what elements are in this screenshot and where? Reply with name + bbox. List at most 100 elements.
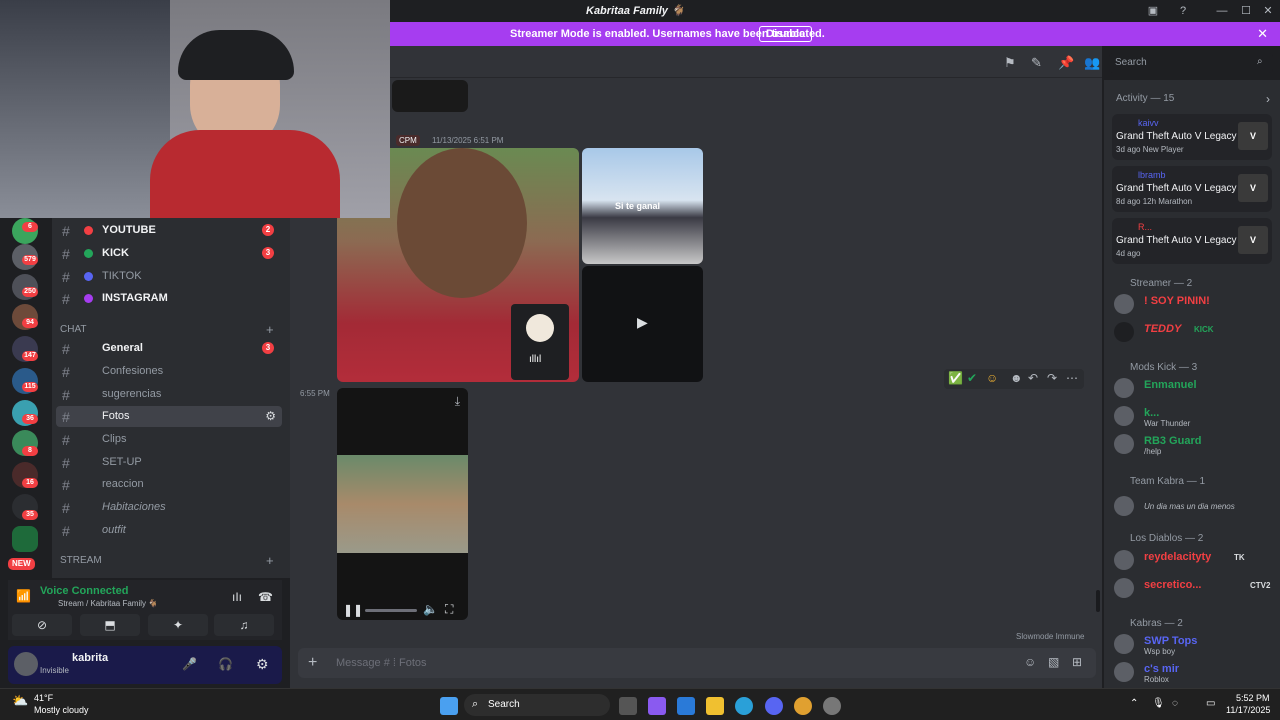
file-explorer-icon[interactable] <box>706 697 724 715</box>
clock-date[interactable]: 11/17/2025 <box>1226 705 1270 715</box>
channel-item[interactable]: # General 3 <box>56 338 282 359</box>
chat-scrollbar[interactable] <box>1096 590 1100 612</box>
channel-item[interactable]: # INSTAGRAM <box>56 288 282 309</box>
emoji-icon[interactable]: ☺ <box>1024 655 1036 669</box>
progress-bar[interactable] <box>365 609 417 612</box>
avatar[interactable] <box>14 652 38 676</box>
category-chat[interactable]: CHAT + <box>60 322 274 337</box>
message-input[interactable]: + Message # ⁞ Fotos ☺ ▧ ⊞ <box>298 648 1096 678</box>
mic-tray-icon[interactable]: 🎙 <box>1152 698 1165 709</box>
check2-reaction-icon[interactable]: ✔ <box>967 371 977 385</box>
member-item[interactable]: TEDDY KICK <box>1114 320 1274 346</box>
pin-icon[interactable]: 📌 <box>1058 55 1074 70</box>
apps-icon[interactable]: ⊞ <box>1072 655 1082 669</box>
close-icon[interactable]: ✕ <box>1260 3 1276 19</box>
member-item[interactable]: SWP Tops Wsp boy <box>1114 632 1274 658</box>
help-icon[interactable]: ? <box>1175 3 1191 19</box>
settings-icon[interactable]: ⚙ <box>265 409 276 423</box>
channel-item[interactable]: # Habitaciones <box>56 497 282 518</box>
members-icon[interactable]: 👥 <box>1084 55 1100 70</box>
microphone-icon[interactable]: 🎤 <box>182 657 197 671</box>
activity-card[interactable]: R... Grand Theft Auto V Legacy 4d ago V <box>1112 218 1272 264</box>
inbox-icon[interactable]: ▣ <box>1145 3 1161 19</box>
channel-item[interactable]: # TIKTOK <box>56 266 282 287</box>
more-icon[interactable]: ⋯ <box>1066 371 1078 385</box>
username[interactable]: kabrita <box>72 652 108 664</box>
add-channel-icon[interactable]: + <box>266 322 274 337</box>
task-view-icon[interactable] <box>619 697 637 715</box>
channel-item[interactable]: # KICK 3 <box>56 243 282 264</box>
channel-item[interactable]: # Clips <box>56 429 282 450</box>
pause-icon[interactable]: ❚❚ <box>343 603 363 617</box>
settings-icon[interactable]: ⚙ <box>256 656 269 673</box>
channel-item[interactable]: # reaccion <box>56 474 282 495</box>
copilot-icon[interactable] <box>648 697 666 715</box>
battery-icon[interactable]: ▭ <box>1206 698 1215 709</box>
fullscreen-icon[interactable]: ⛶ <box>445 602 453 617</box>
member-item[interactable]: RB3 Guard/help <box>1114 432 1274 458</box>
member-item[interactable]: Enmanuel <box>1114 376 1274 402</box>
camera-off-button[interactable]: ⊘ <box>12 614 72 636</box>
member-item[interactable]: c's mir Roblox <box>1114 660 1274 686</box>
headphones-icon[interactable]: 🎧 <box>218 657 233 671</box>
member-item[interactable]: Un dia mas un dia menos <box>1114 494 1274 520</box>
add-reaction-icon[interactable]: ☻ <box>1010 371 1023 385</box>
mute-icon[interactable]: ✎ <box>1031 55 1045 70</box>
outlook-icon[interactable] <box>677 697 695 715</box>
windows-start-icon[interactable] <box>440 697 458 715</box>
weather-temp[interactable]: 41°F <box>34 693 53 703</box>
reply-icon[interactable]: ↶ <box>1028 371 1038 385</box>
weather-desc[interactable]: Mostly cloudy <box>34 705 89 715</box>
video-thumbnail[interactable]: ▶ <box>582 266 703 382</box>
channel-item[interactable]: # YOUTUBE 2 <box>56 220 282 241</box>
activity-card[interactable]: kaivv Grand Theft Auto V Legacy 3d ago N… <box>1112 114 1272 160</box>
disable-button[interactable]: Disable <box>759 26 813 42</box>
screen-share-button[interactable]: ⬒ <box>80 614 140 636</box>
audio-attachment[interactable]: ıllıl <box>511 304 569 380</box>
activity-card[interactable]: lbramb Grand Theft Auto V Legacy 8d ago … <box>1112 166 1272 212</box>
noise-suppression-icon[interactable]: ıIı <box>232 590 242 604</box>
download-icon[interactable]: ⤓ <box>455 394 460 409</box>
channel-item[interactable]: # SET-UP <box>56 452 282 473</box>
activities-button[interactable]: ✦ <box>148 614 208 636</box>
check-reaction-icon[interactable]: ✅ <box>948 371 963 385</box>
banner-close-icon[interactable]: ✕ <box>1257 26 1268 42</box>
member-item[interactable]: ! SOY PININ! <box>1114 292 1274 318</box>
disconnect-icon[interactable]: ☎ <box>258 590 273 604</box>
gif-icon[interactable]: ▧ <box>1048 655 1059 669</box>
add-channel-icon[interactable]: + <box>266 553 274 568</box>
play-icon[interactable]: ▶ <box>637 314 648 331</box>
channel-item[interactable]: # outfit <box>56 520 282 541</box>
minimize-icon[interactable]: — <box>1214 3 1230 19</box>
chevron-right-icon[interactable]: › <box>1266 92 1270 106</box>
member-item[interactable]: reydelacityty TK <box>1114 548 1274 574</box>
forward-icon[interactable]: ↷ <box>1047 371 1057 385</box>
member-item[interactable]: secretico... CTV2 <box>1114 576 1274 602</box>
wifi-icon[interactable]: ◌ <box>1172 698 1178 709</box>
chrome-icon[interactable] <box>794 697 812 715</box>
category-stream[interactable]: STREAM + <box>60 553 274 568</box>
emoji-reaction-icon[interactable]: ☺ <box>986 371 998 385</box>
video-player[interactable]: ⤓ ❚❚ 🔈 ⛶ <box>337 388 468 620</box>
chevron-up-icon[interactable]: ⌃ <box>1130 698 1138 709</box>
soundboard-button[interactable]: ♫ <box>214 614 274 636</box>
embed-image[interactable] <box>392 80 468 112</box>
edge-icon[interactable] <box>735 697 753 715</box>
taskbar-search[interactable]: ⌕ Search <box>464 694 610 716</box>
maximize-icon[interactable]: ☐ <box>1238 3 1254 19</box>
channel-item-active[interactable]: # Fotos ⚙ <box>56 406 282 427</box>
member-item[interactable]: k... War Thunder <box>1114 404 1274 430</box>
clock-time[interactable]: 5:52 PM <box>1236 693 1270 703</box>
add-attachment-icon[interactable]: + <box>308 654 317 672</box>
threads-icon[interactable]: ⚑ <box>1004 55 1018 70</box>
volume-icon[interactable]: 🔈 <box>423 602 438 616</box>
discord-icon[interactable] <box>765 697 783 715</box>
voice-channel[interactable]: Stream / Kabritaa Family 🐐 <box>58 599 158 608</box>
voice-status[interactable]: Voice Connected <box>40 585 128 597</box>
wave-image[interactable]: Si te ganal <box>582 148 703 264</box>
channel-item[interactable]: # Confesiones <box>56 361 282 382</box>
server-icon[interactable] <box>12 526 38 552</box>
channel-item[interactable]: # sugerencias <box>56 384 282 405</box>
search-input[interactable]: Search ⌕ <box>1109 53 1273 73</box>
app-icon[interactable] <box>823 697 841 715</box>
